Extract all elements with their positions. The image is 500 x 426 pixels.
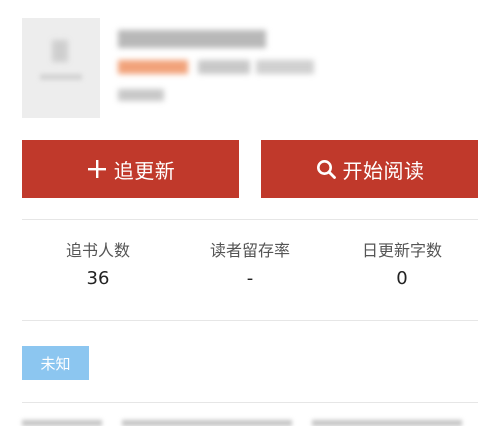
book-category-redacted bbox=[198, 60, 250, 74]
bottom-content-redacted bbox=[122, 420, 292, 426]
book-status-redacted bbox=[118, 89, 164, 101]
stat-value: 0 bbox=[396, 268, 408, 289]
book-detail-page: 追更新 开始阅读 追书人数 36 读者留存率 - 日更新字数 0 未知 bbox=[0, 0, 500, 426]
cover-placeholder-text bbox=[40, 74, 82, 80]
stat-followers: 追书人数 36 bbox=[22, 240, 174, 292]
book-tag[interactable]: 未知 bbox=[22, 346, 89, 380]
plus-icon bbox=[86, 158, 108, 180]
bottom-content-redacted bbox=[22, 420, 102, 426]
stat-label: 日更新字数 bbox=[361, 241, 442, 260]
start-reading-label: 开始阅读 bbox=[342, 158, 425, 183]
stat-daily-words: 日更新字数 0 bbox=[326, 240, 478, 292]
start-reading-button[interactable]: 开始阅读 bbox=[261, 140, 478, 198]
book-author-redacted[interactable] bbox=[118, 60, 188, 74]
book-wordcount-redacted bbox=[256, 60, 314, 74]
stat-retention-rate: 读者留存率 - bbox=[174, 240, 326, 292]
book-cover-image[interactable] bbox=[22, 18, 100, 118]
stat-label: 追书人数 bbox=[65, 241, 130, 260]
divider bbox=[22, 219, 478, 220]
bottom-content-redacted bbox=[312, 420, 462, 426]
stat-value: - bbox=[246, 268, 254, 289]
cover-placeholder-icon bbox=[52, 40, 68, 62]
stat-value: 36 bbox=[86, 268, 110, 289]
follow-updates-button[interactable]: 追更新 bbox=[22, 140, 239, 198]
follow-updates-label: 追更新 bbox=[113, 158, 176, 183]
stat-label: 读者留存率 bbox=[209, 241, 290, 260]
book-title-redacted bbox=[118, 30, 266, 48]
divider bbox=[22, 402, 478, 403]
divider bbox=[22, 320, 478, 321]
book-stats: 追书人数 36 读者留存率 - 日更新字数 0 bbox=[22, 240, 478, 292]
search-icon bbox=[315, 158, 337, 180]
